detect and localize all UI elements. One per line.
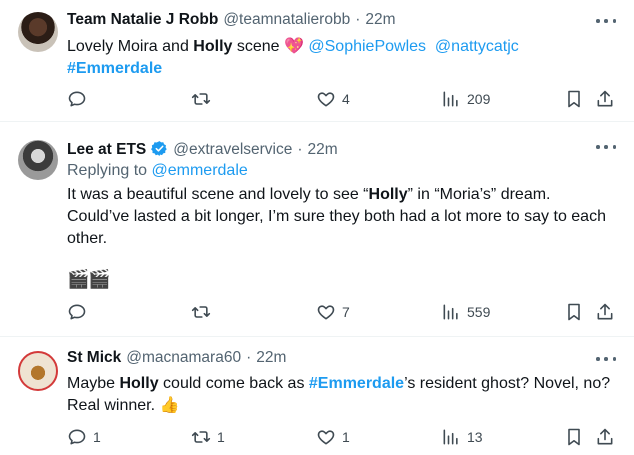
share-icon xyxy=(597,428,613,445)
reply-count: 1 xyxy=(93,429,101,445)
mention-link[interactable]: @nattycatjc xyxy=(435,38,519,55)
reply-icon xyxy=(68,304,86,320)
hashtag-link[interactable]: #Emmerdale xyxy=(309,375,404,392)
avatar[interactable] xyxy=(18,140,58,180)
text-segment: Maybe xyxy=(67,375,120,392)
share-icon xyxy=(597,90,613,107)
clapperboard-emoji: 🎬🎬 xyxy=(67,269,111,289)
views-icon xyxy=(443,429,458,445)
action-bar: 1 1 1 13 xyxy=(67,427,617,449)
views-button[interactable]: 209 xyxy=(441,89,490,109)
reply-button[interactable] xyxy=(67,302,93,322)
more-icon[interactable] xyxy=(596,142,616,152)
text-segment xyxy=(426,38,435,55)
tweet-header: Lee at ETS @extravelservice · 22m xyxy=(67,137,338,159)
retweet-icon xyxy=(191,431,211,443)
heart-emoji: 💖 xyxy=(284,38,304,55)
bookmark-button[interactable] xyxy=(564,427,584,447)
author-handle[interactable]: @extravelservice xyxy=(173,141,292,159)
retweet-icon xyxy=(191,306,211,318)
text-segment-bold: Holly xyxy=(368,186,408,203)
action-bar: 7 559 xyxy=(67,302,617,324)
tweet-text: It was a beautiful scene and lovely to s… xyxy=(67,184,606,250)
views-count: 13 xyxy=(467,429,483,445)
text-segment: It was a beautiful scene and lovely to s… xyxy=(67,186,369,203)
tweet[interactable]: St Mick @macnamara60 · 22m Maybe Holly c… xyxy=(0,338,634,455)
tweet-header: Team Natalie J Robb @teamnatalierobb · 2… xyxy=(67,11,396,29)
tweet-text: Maybe Holly could come back as #Emmerdal… xyxy=(67,373,610,417)
text-segment: could come back as xyxy=(158,375,309,392)
retweet-button[interactable]: 1 xyxy=(191,427,225,447)
bookmark-icon xyxy=(568,303,580,321)
reply-button[interactable] xyxy=(67,89,93,109)
text-segment: Real winner. xyxy=(67,397,160,414)
retweet-count: 1 xyxy=(217,429,225,445)
like-button[interactable]: 7 xyxy=(316,302,350,322)
share-icon xyxy=(597,303,613,320)
text-segment: Could’ve lasted a bit longer, I’m sure t… xyxy=(67,208,606,225)
text-segment: other. xyxy=(67,230,108,247)
author-handle[interactable]: @teamnatalierobb xyxy=(223,11,350,29)
replying-label: Replying to xyxy=(67,162,152,179)
thumbs-up-emoji: 👍 xyxy=(159,397,180,414)
mention-link[interactable]: @SophiePowles xyxy=(308,38,426,55)
bookmark-button[interactable] xyxy=(564,302,584,322)
reply-icon xyxy=(68,429,86,445)
verified-icon xyxy=(151,141,167,156)
text-segment-bold: Holly xyxy=(119,375,159,392)
author-name[interactable]: Team Natalie J Robb xyxy=(67,11,218,29)
views-button[interactable]: 13 xyxy=(441,427,483,447)
bookmark-button[interactable] xyxy=(564,89,584,109)
views-icon xyxy=(443,304,458,320)
bookmark-icon xyxy=(568,428,580,446)
like-count: 7 xyxy=(342,304,350,320)
share-button[interactable] xyxy=(595,427,615,447)
replying-to: Replying to @emmerdale xyxy=(67,162,248,180)
text-segment: Lovely Moira and xyxy=(67,38,194,55)
hashtag-link[interactable]: #Emmerdale xyxy=(67,60,162,77)
like-button[interactable]: 4 xyxy=(316,89,350,109)
bookmark-icon xyxy=(568,90,580,108)
tweet[interactable]: Team Natalie J Robb @teamnatalierobb · 2… xyxy=(0,0,634,122)
mention-link[interactable]: @emmerdale xyxy=(152,162,248,179)
reply-button[interactable]: 1 xyxy=(67,427,101,447)
timestamp[interactable]: 22m xyxy=(308,141,338,159)
like-icon xyxy=(317,92,335,107)
tweet-header: St Mick @macnamara60 · 22m xyxy=(67,349,286,367)
text-segment: ” in “Moria’s” dream. xyxy=(407,186,551,203)
like-icon xyxy=(317,430,335,445)
text-segment: scene xyxy=(232,38,285,55)
text-segment-bold: Holly xyxy=(193,38,233,55)
separator-dot: · xyxy=(297,141,303,158)
separator-dot: · xyxy=(246,349,252,366)
timestamp[interactable]: 22m xyxy=(256,349,286,367)
views-icon xyxy=(443,91,458,107)
share-button[interactable] xyxy=(595,302,615,322)
avatar[interactable] xyxy=(18,351,58,391)
more-icon[interactable] xyxy=(596,16,616,26)
action-bar: 4 209 xyxy=(67,89,617,111)
avatar[interactable] xyxy=(18,12,58,52)
like-count: 4 xyxy=(342,91,350,107)
author-name[interactable]: Lee at ETS xyxy=(67,141,146,159)
views-count: 209 xyxy=(467,91,491,107)
text-segment: ’s resident ghost? Novel, no? xyxy=(404,375,611,392)
retweet-icon xyxy=(191,93,211,105)
tweet-text: Lovely Moira and Holly scene 💖 @SophiePo… xyxy=(67,36,519,80)
tweet[interactable]: Lee at ETS @extravelservice · 22m Replyi… xyxy=(0,123,634,337)
like-icon xyxy=(317,305,335,320)
timestamp[interactable]: 22m xyxy=(365,11,395,29)
share-button[interactable] xyxy=(595,89,615,109)
separator-dot: · xyxy=(355,11,361,28)
like-button[interactable]: 1 xyxy=(316,427,350,447)
author-name[interactable]: St Mick xyxy=(67,349,121,367)
reply-icon xyxy=(68,91,86,107)
author-handle[interactable]: @macnamara60 xyxy=(126,349,241,367)
retweet-button[interactable] xyxy=(191,89,217,109)
like-count: 1 xyxy=(342,429,350,445)
views-count: 559 xyxy=(467,304,491,320)
retweet-button[interactable] xyxy=(191,302,217,322)
more-icon[interactable] xyxy=(596,354,616,364)
views-button[interactable]: 559 xyxy=(441,302,490,322)
